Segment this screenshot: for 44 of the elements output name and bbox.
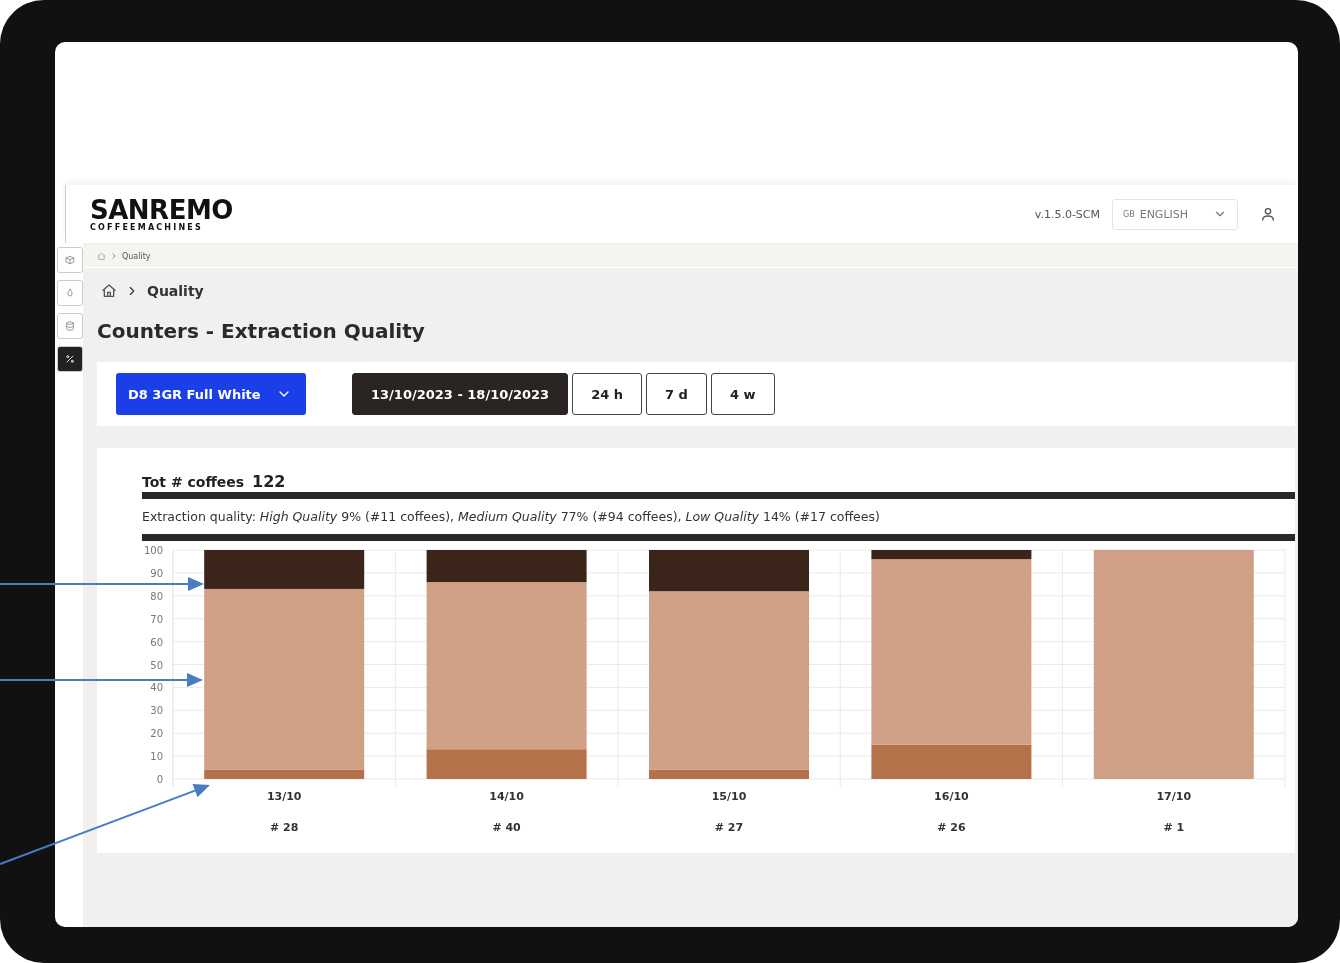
coffee-count: # 28 (270, 821, 299, 834)
y-tick-label: 30 (150, 705, 163, 717)
x-axis-label: 13/10 (266, 790, 302, 803)
y-tick-label: 10 (150, 751, 163, 763)
box-icon (65, 255, 75, 265)
percent-icon (65, 354, 75, 364)
database-icon (65, 321, 75, 331)
period-button[interactable]: 7 d (646, 373, 707, 415)
x-axis-label: 16/10 (934, 790, 969, 803)
y-tick-label: 80 (150, 590, 163, 602)
y-tick-label: 60 (150, 636, 163, 648)
x-axis-label: 15/10 (711, 790, 747, 803)
chevron-right-icon (110, 252, 118, 260)
logo-subtitle: COFFEEMACHINES (90, 222, 204, 232)
y-tick-label: 20 (150, 728, 163, 740)
x-axis-label: 14/10 (489, 790, 524, 803)
coffee-count: # 1 (1163, 821, 1185, 834)
y-tick-label: 90 (150, 567, 163, 579)
user-icon[interactable] (1260, 206, 1276, 222)
quality-summary: Extraction quality: High Quality 9% (#11 coffees), Medium Quality 77% (#94 coffees), Low Quality 14% (#17 coffees) (142, 508, 881, 526)
version-label: v.1.5.0-SCM (1034, 207, 1100, 221)
period-button[interactable]: 24 h (572, 373, 643, 415)
y-tick-label: 50 (150, 659, 163, 671)
coffee-count: # 26 (937, 821, 966, 834)
y-tick-label: 0 (156, 774, 163, 785)
y-tick-label: 40 (150, 682, 163, 694)
y-tick-label: 70 (150, 613, 163, 625)
page-title: Counters - Extraction Quality (97, 318, 426, 345)
flame-icon (65, 288, 75, 298)
period-button[interactable]: 4 w (710, 373, 775, 415)
machine-dropdown[interactable]: D8 3GR Full White (116, 373, 306, 415)
language-select[interactable]: GB ENGLISH (1112, 198, 1238, 230)
sidebar-button[interactable] (57, 346, 83, 372)
breadcrumb-item[interactable]: Quality (147, 283, 204, 299)
period-button[interactable]: 13/10/2023 - 18/10/2023 (352, 373, 569, 415)
home-icon[interactable] (101, 283, 117, 299)
breadcrumb-item[interactable]: Quality (122, 251, 151, 261)
coffee-count: # 40 (492, 821, 521, 834)
total-value: 122 (252, 472, 286, 491)
total-label: Tot # coffees (142, 474, 245, 490)
logo-text: SANREMO (90, 196, 233, 223)
y-tick-label: 100 (143, 545, 163, 556)
x-axis-label: 17/10 (1156, 790, 1192, 803)
coffee-count: # 27 (714, 821, 744, 834)
